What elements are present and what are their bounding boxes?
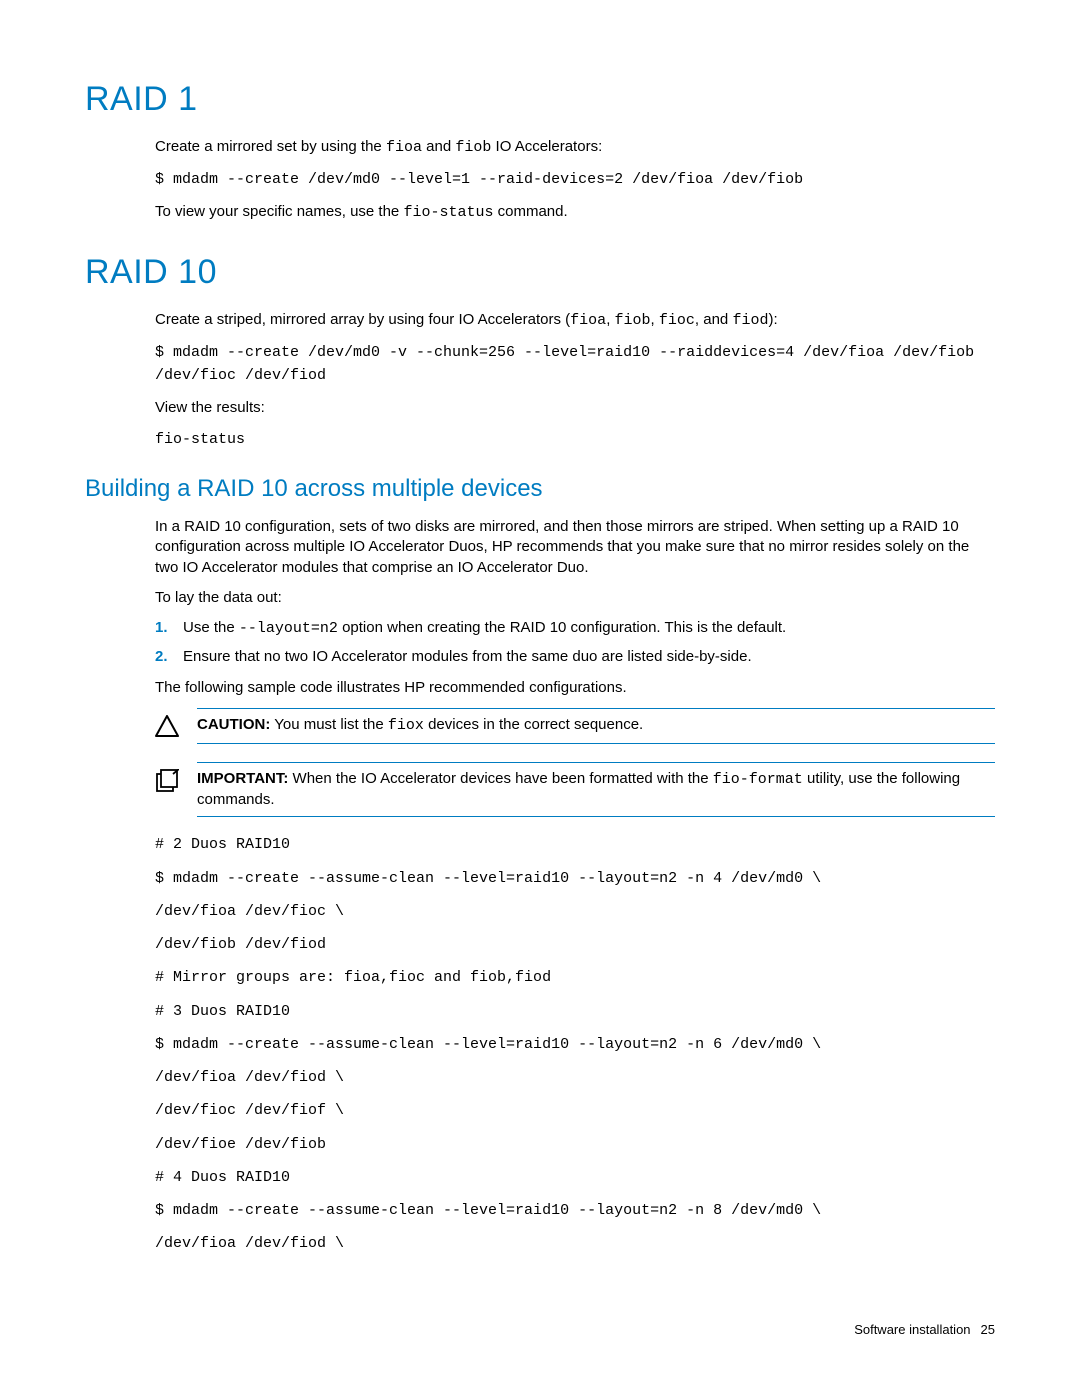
raid1-view: To view your specific names, use the fio…: [155, 202, 995, 223]
callout-row: CAUTION: You must list the fiox devices …: [155, 715, 995, 737]
building-following: The following sample code illustrates HP…: [155, 678, 995, 698]
text: You must list the: [270, 716, 388, 733]
code-fiob: fiob: [455, 139, 491, 156]
text: ):: [768, 311, 777, 328]
code-fiox: fiox: [388, 717, 424, 734]
step-2: 2. Ensure that no two IO Accelerator mod…: [155, 647, 995, 667]
callout-rule: [197, 743, 995, 744]
text: Ensure that no two IO Accelerator module…: [183, 648, 752, 665]
code-fioa: fioa: [386, 139, 422, 156]
code-line: $ mdadm --create --assume-clean --level=…: [155, 1199, 995, 1222]
code-line: /dev/fioa /dev/fiod \: [155, 1232, 995, 1255]
raid1-body: Create a mirrored set by using the fioa …: [155, 137, 995, 223]
callout-row: IMPORTANT: When the IO Accelerator devic…: [155, 769, 995, 811]
code-line: /dev/fioc /dev/fiof \: [155, 1099, 995, 1122]
building-body: In a RAID 10 configuration, sets of two …: [155, 517, 995, 1256]
code-line: /dev/fioa /dev/fiod \: [155, 1066, 995, 1089]
important-label: IMPORTANT:: [197, 770, 288, 787]
raid10-intro: Create a striped, mirrored array by usin…: [155, 310, 995, 331]
text: Create a striped, mirrored array by usin…: [155, 311, 570, 328]
text: devices in the correct sequence.: [424, 716, 643, 733]
text: Create a mirrored set by using the: [155, 138, 386, 155]
building-para: In a RAID 10 configuration, sets of two …: [155, 517, 995, 578]
step-number: 1.: [155, 618, 168, 638]
step-1: 1. Use the --layout=n2 option when creat…: [155, 618, 995, 639]
sample-code: # 2 Duos RAID10 $ mdadm --create --assum…: [155, 833, 995, 1255]
callout-rule: [197, 816, 995, 817]
text: To view your specific names, use the: [155, 203, 403, 220]
code-fio-status: fio-status: [403, 204, 493, 221]
code-line: $ mdadm --create --assume-clean --level=…: [155, 867, 995, 890]
code-line: # 3 Duos RAID10: [155, 1000, 995, 1023]
footer-section: Software installation: [854, 1322, 970, 1337]
text: and: [422, 138, 455, 155]
callout-rule: [197, 762, 995, 763]
page-footer: Software installation 25: [854, 1322, 995, 1337]
caution-label: CAUTION:: [197, 716, 270, 733]
raid10-view-label: View the results:: [155, 398, 995, 418]
building-steps: 1. Use the --layout=n2 option when creat…: [155, 618, 995, 668]
heading-raid1: RAID 1: [85, 80, 995, 119]
code-line: # 2 Duos RAID10: [155, 833, 995, 856]
step-number: 2.: [155, 647, 168, 667]
code-line: /dev/fioe /dev/fiob: [155, 1133, 995, 1156]
code-line: /dev/fiob /dev/fiod: [155, 933, 995, 956]
code: fiob: [615, 312, 651, 329]
raid1-command: $ mdadm --create /dev/md0 --level=1 --ra…: [155, 168, 995, 191]
text: Use the: [183, 619, 239, 636]
text: ,: [651, 311, 659, 328]
code-fio-format: fio-format: [713, 771, 803, 788]
building-lay-label: To lay the data out:: [155, 588, 995, 608]
caution-text: CAUTION: You must list the fiox devices …: [197, 715, 995, 736]
text: , and: [695, 311, 733, 328]
text: command.: [493, 203, 567, 220]
heading-building-raid10: Building a RAID 10 across multiple devic…: [85, 475, 995, 503]
text: ,: [606, 311, 614, 328]
code-line: # 4 Duos RAID10: [155, 1166, 995, 1189]
caution-icon: [155, 715, 197, 737]
raid1-intro: Create a mirrored set by using the fioa …: [155, 137, 995, 158]
code: fioa: [570, 312, 606, 329]
important-icon: [155, 769, 197, 793]
code: fioc: [659, 312, 695, 329]
code-line: $ mdadm --create --assume-clean --level=…: [155, 1033, 995, 1056]
raid10-body: Create a striped, mirrored array by usin…: [155, 310, 995, 451]
raid10-command: $ mdadm --create /dev/md0 -v --chunk=256…: [155, 341, 995, 388]
important-text: IMPORTANT: When the IO Accelerator devic…: [197, 769, 995, 811]
important-callout: IMPORTANT: When the IO Accelerator devic…: [155, 762, 995, 818]
code-layout: --layout=n2: [239, 620, 338, 637]
code-line: # Mirror groups are: fioa,fioc and fiob,…: [155, 966, 995, 989]
code-line: /dev/fioa /dev/fioc \: [155, 900, 995, 923]
text: option when creating the RAID 10 configu…: [338, 619, 786, 636]
text: IO Accelerators:: [491, 138, 602, 155]
text: When the IO Accelerator devices have bee…: [288, 770, 712, 787]
code: fiod: [732, 312, 768, 329]
document-page: RAID 1 Create a mirrored set by using th…: [0, 0, 1080, 1397]
footer-page-number: 25: [981, 1322, 995, 1337]
raid10-view-cmd: fio-status: [155, 428, 995, 451]
callout-rule: [197, 708, 995, 709]
heading-raid10: RAID 10: [85, 253, 995, 292]
caution-callout: CAUTION: You must list the fiox devices …: [155, 708, 995, 744]
